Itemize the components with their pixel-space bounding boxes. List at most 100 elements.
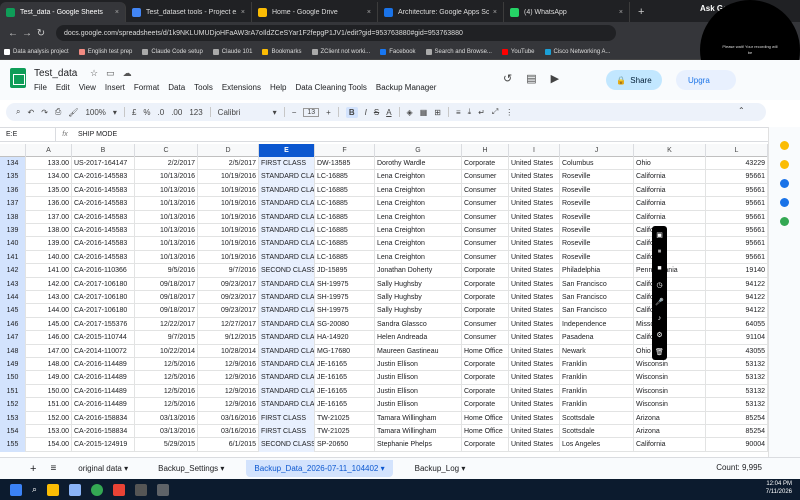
app-icon[interactable] — [113, 483, 126, 496]
meet-icon[interactable]: ▶ — [551, 72, 559, 85]
table-cell[interactable]: JE-16165 — [315, 384, 375, 399]
table-cell[interactable]: Scottsdale — [560, 411, 634, 425]
row-number[interactable]: 148 — [0, 344, 26, 358]
row-number[interactable]: 141 — [0, 250, 26, 265]
table-cell[interactable]: United States — [509, 157, 560, 171]
table-cell[interactable]: LC-16885 — [315, 210, 375, 224]
upgrade-button[interactable]: Upgra — [676, 70, 736, 90]
row-number[interactable]: 142 — [0, 264, 26, 278]
reload-icon[interactable]: ↻ — [34, 28, 48, 39]
table-cell[interactable]: United States — [509, 264, 560, 278]
table-cell[interactable]: 10/13/2016 — [135, 210, 198, 224]
name-box[interactable]: E:E — [0, 128, 56, 141]
table-cell[interactable]: Jonathan Doherty — [375, 264, 462, 278]
text-rotation-icon[interactable]: ⤢ — [492, 107, 498, 117]
table-cell[interactable]: CA-2016-145583 — [72, 237, 135, 251]
table-cell[interactable]: FIRST CLASS — [259, 411, 315, 425]
redo-icon[interactable]: ↷ — [41, 108, 48, 117]
table-cell[interactable]: Corporate — [462, 438, 509, 452]
bookmark-item[interactable]: Cisco Networking A... — [544, 48, 611, 55]
undo-icon[interactable]: ↶ — [27, 108, 34, 117]
table-cell[interactable]: 12/5/2016 — [135, 384, 198, 399]
table-cell[interactable]: 145.00 — [26, 317, 72, 332]
column-header[interactable]: C — [135, 144, 198, 157]
table-cell[interactable]: California — [634, 197, 706, 211]
table-cell[interactable]: 10/22/2014 — [135, 344, 198, 358]
table-cell[interactable]: CA-2017-106180 — [72, 304, 135, 318]
vertical-align-icon[interactable]: ⤓ — [468, 107, 472, 117]
table-cell[interactable]: Consumer — [462, 197, 509, 211]
table-cell[interactable]: STANDARD CLASS — [259, 398, 315, 412]
table-cell[interactable]: Corporate — [462, 291, 509, 305]
table-cell[interactable]: 95661 — [706, 224, 768, 238]
table-cell[interactable]: United States — [509, 170, 560, 184]
table-cell[interactable]: STANDARD CLASS — [259, 317, 315, 332]
table-cell[interactable]: CA-2015-110744 — [72, 331, 135, 345]
menu-item[interactable]: File — [34, 83, 47, 92]
table-cell[interactable]: 53132 — [706, 384, 768, 399]
table-cell[interactable]: 10/19/2016 — [198, 210, 259, 224]
table-cell[interactable]: United States — [509, 331, 560, 345]
table-cell[interactable]: 137.00 — [26, 210, 72, 224]
borders-icon[interactable]: ▦ — [420, 108, 428, 117]
sheets-logo-icon[interactable] — [10, 68, 26, 88]
chevron-down-icon[interactable]: ▾ — [113, 108, 117, 117]
share-button[interactable]: 🔒 Share — [606, 70, 662, 90]
zoom-select[interactable]: 100% — [85, 108, 105, 117]
table-cell[interactable]: 10/19/2016 — [198, 170, 259, 184]
table-cell[interactable]: Lena Creighton — [375, 210, 462, 224]
menu-item[interactable]: Extensions — [222, 83, 261, 92]
bookmark-item[interactable]: Bookmarks — [262, 48, 302, 55]
table-cell[interactable]: Sally Hughsby — [375, 291, 462, 305]
table-cell[interactable]: 95661 — [706, 183, 768, 198]
row-number[interactable]: 140 — [0, 237, 26, 251]
table-cell[interactable]: STANDARD CLASS — [259, 277, 315, 291]
table-cell[interactable]: United States — [509, 291, 560, 305]
row-number[interactable]: 144 — [0, 291, 26, 305]
audio-icon[interactable]: ♪ — [658, 315, 662, 322]
paint-format-icon[interactable]: 🖌 — [68, 108, 78, 117]
table-cell[interactable]: CA-2016-114489 — [72, 358, 135, 372]
table-cell[interactable]: LC-16885 — [315, 224, 375, 238]
table-cell[interactable]: United States — [509, 438, 560, 452]
close-tab-icon[interactable]: × — [241, 9, 245, 16]
font-size-decrease-button[interactable]: − — [292, 108, 297, 117]
table-cell[interactable]: Franklin — [560, 398, 634, 412]
timer-icon[interactable]: ◷ — [656, 281, 662, 289]
close-tab-icon[interactable]: × — [115, 9, 119, 16]
table-cell[interactable]: JE-16165 — [315, 358, 375, 372]
table-cell[interactable]: Corporate — [462, 277, 509, 291]
table-row[interactable]: 150 149.00 CA-2016-114489 12/5/2016 12/9/201… — [0, 371, 768, 385]
table-cell[interactable]: 09/18/2017 — [135, 291, 198, 305]
table-cell[interactable]: 10/19/2016 — [198, 224, 259, 238]
row-number[interactable]: 138 — [0, 210, 26, 224]
table-cell[interactable]: 10/19/2016 — [198, 197, 259, 211]
table-cell[interactable]: 43055 — [706, 344, 768, 358]
table-cell[interactable]: DW-13585 — [315, 157, 375, 171]
table-cell[interactable]: CA-2016-110366 — [72, 264, 135, 278]
table-cell[interactable]: 95661 — [706, 197, 768, 211]
table-cell[interactable]: SH-19975 — [315, 304, 375, 318]
text-color-button[interactable]: A — [386, 108, 391, 117]
new-tab-button[interactable]: + — [630, 2, 652, 22]
table-cell[interactable]: 151.00 — [26, 398, 72, 412]
menu-item[interactable]: View — [79, 83, 96, 92]
table-row[interactable]: 154 153.00 CA-2016-158834 03/13/2016 03/16/2… — [0, 425, 768, 439]
table-cell[interactable]: 10/13/2016 — [135, 250, 198, 265]
font-size-increase-button[interactable]: + — [326, 108, 331, 117]
table-cell[interactable]: Home Office — [462, 411, 509, 425]
table-cell[interactable]: 9/7/2016 — [198, 264, 259, 278]
chevron-down-icon[interactable]: ▾ — [459, 464, 465, 473]
table-cell[interactable]: 12/9/2016 — [198, 384, 259, 399]
table-cell[interactable]: 10/13/2016 — [135, 237, 198, 251]
bookmark-item[interactable]: Facebook — [380, 48, 416, 55]
table-cell[interactable]: 135.00 — [26, 183, 72, 198]
close-tab-icon[interactable]: × — [619, 9, 623, 16]
comments-icon[interactable]: ▤ — [526, 72, 536, 85]
table-row[interactable]: 151 150.00 CA-2016-114489 12/5/2016 12/9/201… — [0, 384, 768, 399]
column-header[interactable]: H — [462, 144, 509, 157]
table-cell[interactable]: Dorothy Wardle — [375, 157, 462, 171]
table-cell[interactable]: 12/5/2016 — [135, 358, 198, 372]
table-cell[interactable]: CA-2016-158834 — [72, 425, 135, 439]
table-cell[interactable]: California — [634, 331, 706, 345]
